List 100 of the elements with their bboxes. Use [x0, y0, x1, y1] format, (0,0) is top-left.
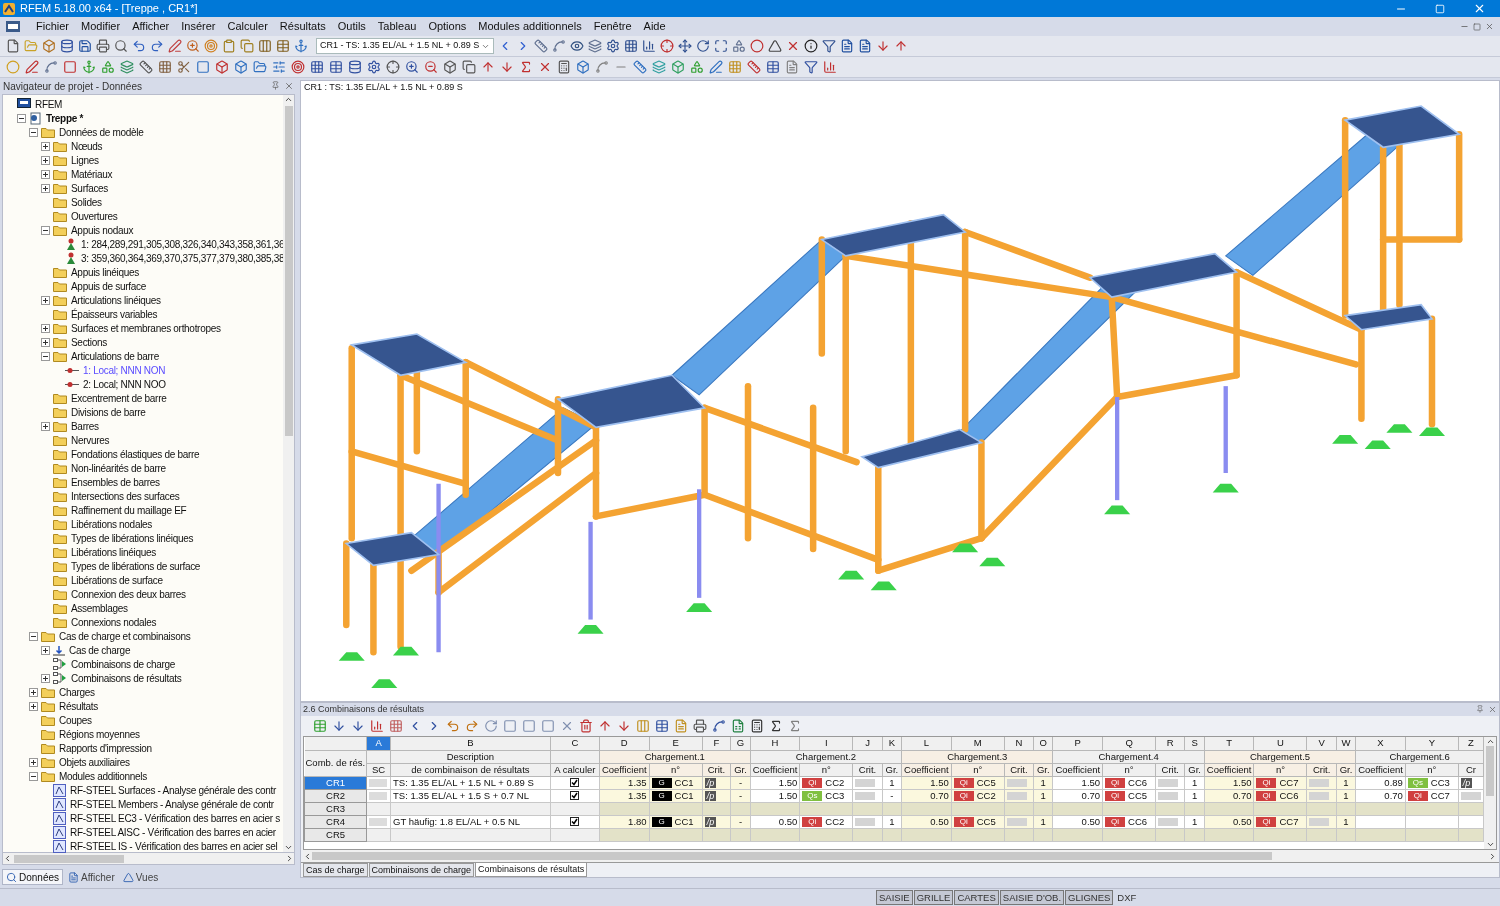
- column-letter[interactable]: V: [1307, 737, 1337, 750]
- column-letter[interactable]: Z: [1458, 737, 1484, 750]
- tree-item[interactable]: Appuis linéiques: [70, 264, 141, 280]
- scissors-icon[interactable]: [177, 60, 191, 74]
- close-icon[interactable]: [538, 60, 552, 74]
- table-icon[interactable]: [276, 39, 290, 53]
- settings-icon[interactable]: [606, 39, 620, 53]
- menu-item[interactable]: Modules additionnels: [472, 18, 588, 35]
- tree-item[interactable]: Surfaces: [70, 180, 110, 196]
- layers-icon[interactable]: [588, 39, 602, 53]
- collapse-toggle-icon[interactable]: [41, 351, 50, 361]
- target-icon[interactable]: [291, 60, 305, 74]
- grid-icon[interactable]: [624, 39, 638, 53]
- target-icon[interactable]: [204, 39, 218, 53]
- tree-item[interactable]: Non-linéarités de barre: [70, 460, 167, 476]
- menu-item[interactable]: Résultats: [273, 18, 332, 35]
- pen-icon[interactable]: [709, 60, 723, 74]
- filter-icon[interactable]: [804, 60, 818, 74]
- file-icon[interactable]: [6, 39, 20, 53]
- column-letter[interactable]: C: [550, 737, 600, 750]
- menu-item[interactable]: Aide: [637, 18, 672, 35]
- close-icon[interactable]: [1485, 22, 1494, 31]
- curve-icon[interactable]: [44, 60, 58, 74]
- copy-icon[interactable]: [240, 39, 254, 53]
- ruler-icon[interactable]: [747, 60, 761, 74]
- column-letter[interactable]: R: [1155, 737, 1185, 750]
- document-icon[interactable]: [858, 39, 872, 53]
- scrollbar-thumb[interactable]: [1486, 746, 1494, 796]
- tree-item[interactable]: Libérations nodales: [70, 516, 154, 532]
- menu-item[interactable]: Options: [422, 18, 473, 35]
- curve-icon[interactable]: [595, 60, 609, 74]
- vertical-scrollbar[interactable]: [1484, 737, 1496, 849]
- tree-item[interactable]: Cas de charge et combinaisons: [58, 628, 192, 644]
- scroll-down-icon[interactable]: [284, 843, 293, 852]
- expand-toggle-icon[interactable]: [41, 295, 50, 305]
- result-combination-dropdown[interactable]: CR1 - TS: 1.35 EL/AL + 1.5 NL + 0.89 S: [316, 38, 494, 54]
- status-toggle[interactable]: SAISIE D'OB.: [999, 890, 1065, 905]
- close-icon[interactable]: [786, 39, 800, 53]
- tree-item[interactable]: Résultats: [58, 698, 99, 714]
- tree-item[interactable]: Ouvertures: [70, 208, 119, 224]
- sheet-tab[interactable]: Combinaisons de résultats: [475, 863, 588, 877]
- column-letter[interactable]: Q: [1102, 737, 1156, 750]
- expand-toggle-icon[interactable]: [41, 421, 50, 431]
- expand-toggle-icon[interactable]: [41, 673, 50, 683]
- collapse-toggle-icon[interactable]: [17, 113, 26, 123]
- curve-icon[interactable]: [712, 719, 726, 733]
- pin-icon[interactable]: [1476, 705, 1484, 713]
- ruler-icon[interactable]: [633, 60, 647, 74]
- tree-item[interactable]: Modules additionnels: [58, 768, 148, 784]
- tree-item[interactable]: Treppe *: [45, 110, 85, 126]
- pen-icon[interactable]: [168, 39, 182, 53]
- delete-icon[interactable]: [579, 719, 593, 733]
- document-window-icon[interactable]: [6, 21, 20, 32]
- bar-chart-icon[interactable]: [642, 39, 656, 53]
- tree-item[interactable]: Divisions de barre: [70, 404, 147, 420]
- scroll-up-icon[interactable]: [1485, 737, 1495, 746]
- tree-item[interactable]: Articulations de barre: [70, 348, 160, 364]
- zoom-in-icon[interactable]: [405, 60, 419, 74]
- navigator-tab[interactable]: Vues: [119, 869, 162, 885]
- tree-item[interactable]: Matériaux: [70, 166, 114, 182]
- spreadsheet-icon[interactable]: [731, 719, 745, 733]
- column-letter[interactable]: H: [750, 737, 800, 750]
- checkbox[interactable]: [570, 778, 580, 788]
- sigma-icon[interactable]: [769, 719, 783, 733]
- tree-item[interactable]: Libérations linéiques: [70, 544, 157, 560]
- close-icon[interactable]: [560, 719, 574, 733]
- columns-icon[interactable]: [258, 39, 272, 53]
- zoom-in-icon[interactable]: [186, 39, 200, 53]
- tree-item[interactable]: Épaisseurs variables: [70, 306, 159, 322]
- expand-toggle-icon[interactable]: [41, 141, 50, 151]
- close-icon[interactable]: [284, 81, 294, 91]
- layers-icon[interactable]: [120, 60, 134, 74]
- menu-item[interactable]: Fenêtre: [587, 18, 638, 35]
- menu-item[interactable]: Outils: [331, 18, 372, 35]
- document-icon[interactable]: [785, 60, 799, 74]
- printer-icon[interactable]: [693, 719, 707, 733]
- database-icon[interactable]: [348, 60, 362, 74]
- up-arrow-icon[interactable]: [481, 60, 495, 74]
- collapse-toggle-icon[interactable]: [29, 631, 38, 641]
- grid-icon[interactable]: [389, 719, 403, 733]
- grid-icon[interactable]: [310, 60, 324, 74]
- scroll-right-icon[interactable]: [1488, 851, 1497, 861]
- tree-item[interactable]: RFEM: [34, 96, 64, 112]
- horizontal-scrollbar[interactable]: [303, 850, 1497, 862]
- collapse-toggle-icon[interactable]: [41, 225, 50, 235]
- column-letter[interactable]: Y: [1405, 737, 1459, 750]
- tree-item[interactable]: RF-STEEL Surfaces - Analyse générale des contr: [69, 782, 277, 798]
- column-letter[interactable]: X: [1355, 737, 1406, 750]
- ruler-icon[interactable]: [534, 39, 548, 53]
- save-icon[interactable]: [78, 39, 92, 53]
- curve-icon[interactable]: [552, 39, 566, 53]
- layers-icon[interactable]: [652, 60, 666, 74]
- collapse-toggle-icon[interactable]: [29, 771, 38, 781]
- tree-item[interactable]: Ensembles de barres: [70, 474, 161, 490]
- close-icon[interactable]: [1488, 705, 1497, 714]
- cube-icon[interactable]: [215, 60, 229, 74]
- rotate-icon[interactable]: [484, 719, 498, 733]
- status-toggle[interactable]: SAISIE: [876, 890, 913, 905]
- rotate-icon[interactable]: [696, 39, 710, 53]
- menu-item[interactable]: Tableau: [371, 18, 423, 35]
